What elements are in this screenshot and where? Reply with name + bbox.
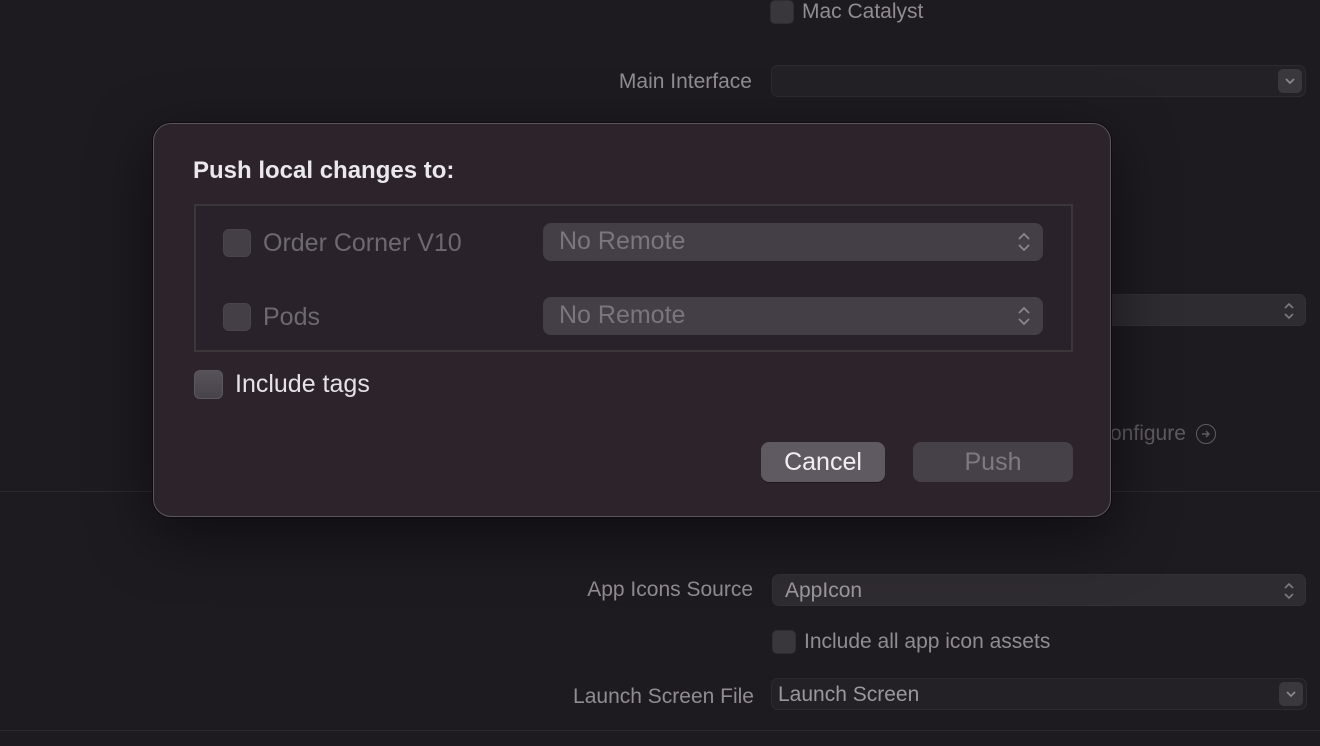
chevron-down-icon[interactable] (1279, 682, 1303, 706)
hidden-popup[interactable] (1100, 294, 1306, 326)
app-icons-source-value: AppIcon (785, 579, 863, 602)
remote-popup[interactable]: No Remote (543, 297, 1043, 335)
repository-row: Pods No Remote (196, 297, 1071, 337)
include-all-app-icon-assets-label: Include all app icon assets (804, 630, 1051, 653)
repository-name: Pods (263, 303, 320, 331)
section-divider (0, 730, 1320, 731)
remote-popup-value: No Remote (559, 301, 686, 329)
mac-catalyst-checkbox[interactable] (770, 0, 794, 24)
remote-popup[interactable]: No Remote (543, 223, 1043, 261)
chevron-down-icon[interactable] (1278, 69, 1302, 93)
up-down-chevron-icon (1284, 582, 1294, 600)
repository-row: Order Corner V10 No Remote (196, 223, 1071, 263)
app-icons-source-popup[interactable]: AppIcon (772, 574, 1306, 606)
repository-list: Order Corner V10 No Remote Pods No Remot… (194, 204, 1073, 352)
configure-link[interactable]: onfigure (1110, 422, 1216, 446)
repository-checkbox[interactable] (223, 303, 251, 331)
cancel-button[interactable]: Cancel (761, 442, 885, 482)
repository-checkbox[interactable] (223, 229, 251, 257)
mac-catalyst-label: Mac Catalyst (802, 0, 924, 23)
include-tags-checkbox[interactable] (194, 370, 223, 399)
launch-screen-file-label: Launch Screen File (573, 685, 754, 708)
up-down-chevron-icon (1284, 302, 1294, 320)
push-button[interactable]: Push (913, 442, 1073, 482)
up-down-chevron-icon (1018, 232, 1030, 252)
repository-name: Order Corner V10 (263, 229, 462, 257)
launch-screen-file-value: Launch Screen (778, 683, 920, 706)
sheet-title: Push local changes to: (193, 157, 455, 184)
configure-link-label: onfigure (1110, 422, 1186, 445)
include-all-app-icon-assets-checkbox[interactable] (772, 630, 796, 654)
push-sheet: Push local changes to: Order Corner V10 … (153, 123, 1111, 517)
up-down-chevron-icon (1018, 306, 1030, 326)
main-interface-combo[interactable] (771, 65, 1306, 97)
remote-popup-value: No Remote (559, 227, 686, 255)
include-tags-label[interactable]: Include tags (235, 370, 370, 399)
main-interface-label: Main Interface (618, 70, 752, 93)
circle-arrow-right-icon (1195, 424, 1216, 444)
app-icons-source-label: App Icons Source (587, 578, 753, 601)
launch-screen-file-combo[interactable]: Launch Screen (771, 678, 1307, 710)
